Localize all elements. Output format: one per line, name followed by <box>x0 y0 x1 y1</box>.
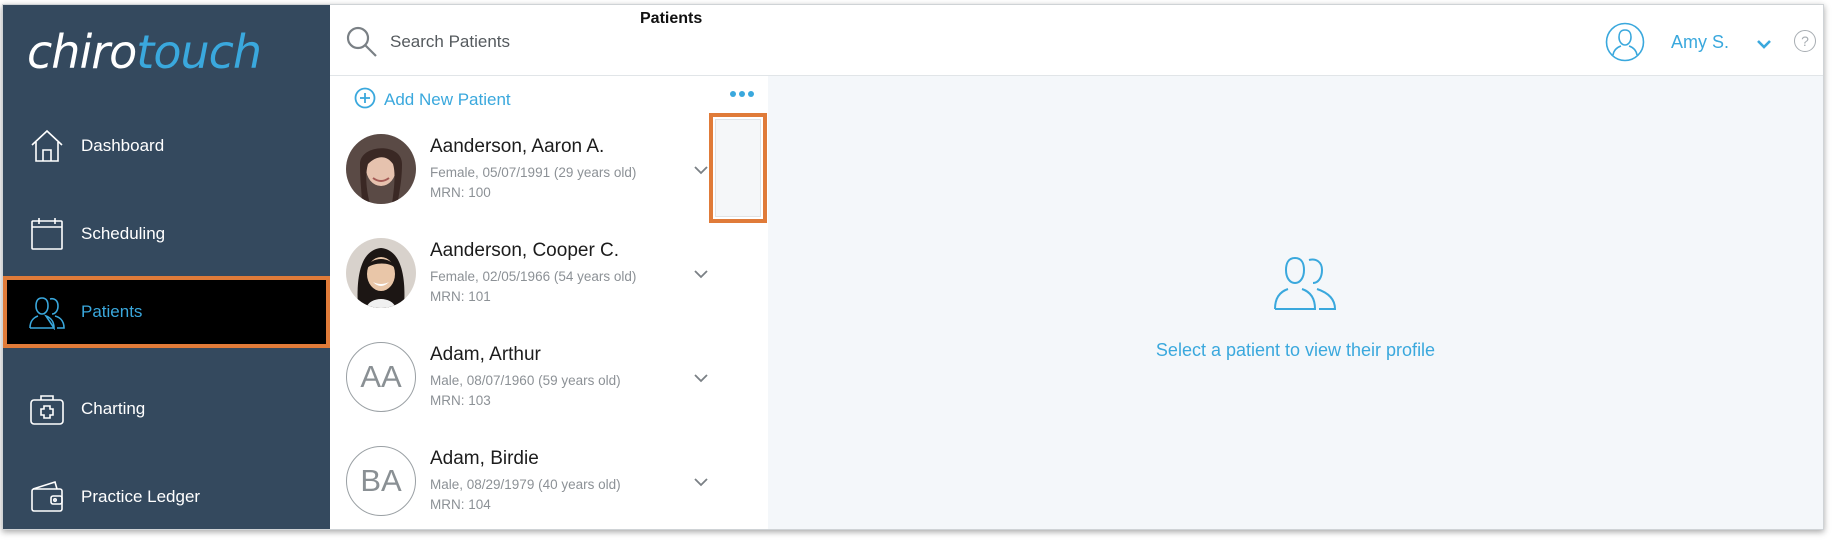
app-logo: chirotouch <box>27 25 262 79</box>
sidebar-item-charting[interactable]: Charting <box>3 366 330 452</box>
top-bar: Amy S. ? <box>768 5 1823 76</box>
patient-details: Male, 08/07/1960 (59 years old) <box>430 373 621 388</box>
search-bar: Patients <box>330 5 768 76</box>
sidebar-item-dashboard[interactable]: Dashboard <box>3 103 330 189</box>
add-new-patient-button[interactable]: Add New Patient <box>354 87 511 113</box>
patient-mrn: MRN: 103 <box>430 393 491 408</box>
sidebar: chirotouch Dashboard Scheduling Patients… <box>3 5 330 529</box>
search-input[interactable] <box>388 25 632 59</box>
patient-details: Female, 05/07/1991 (29 years old) <box>430 165 637 180</box>
plus-circle-icon <box>354 87 376 113</box>
sidebar-item-practice-ledger[interactable]: Practice Ledger <box>3 454 330 529</box>
sidebar-item-label: Scheduling <box>81 224 166 243</box>
list-title: Patients <box>640 10 703 27</box>
calendar-icon <box>27 214 67 254</box>
profile-panel: Select a patient to view their profile <box>768 76 1823 529</box>
sidebar-item-label: Practice Ledger <box>81 487 201 506</box>
user-name[interactable]: Amy S. <box>1671 32 1729 53</box>
patient-details: Male, 08/29/1979 (40 years old) <box>430 477 621 492</box>
sidebar-item-scheduling[interactable]: Scheduling <box>3 191 330 277</box>
user-avatar-icon[interactable] <box>1605 22 1645 66</box>
patient-photo <box>346 238 416 308</box>
add-new-patient-label: Add New Patient <box>384 90 511 109</box>
chevron-down-icon[interactable] <box>690 471 712 493</box>
patient-row[interactable]: Aanderson, Aaron A. Female, 05/07/1991 (… <box>330 121 768 225</box>
chevron-down-icon[interactable] <box>690 367 712 389</box>
sidebar-item-patients[interactable]: Patients <box>3 276 330 348</box>
patient-mrn: MRN: 104 <box>430 497 491 512</box>
patient-initials-avatar: BA <box>346 446 416 516</box>
patients-icon <box>27 292 67 332</box>
patient-name: Adam, Arthur <box>430 344 541 365</box>
more-options-icon[interactable] <box>730 91 754 97</box>
home-icon <box>27 126 67 166</box>
wallet-icon <box>27 477 67 517</box>
patient-name: Aanderson, Cooper C. <box>430 240 620 261</box>
chevron-down-icon[interactable] <box>690 263 712 285</box>
app-window: chirotouch Dashboard Scheduling Patients… <box>2 4 1824 530</box>
search-icon[interactable] <box>345 25 379 63</box>
sidebar-item-label: Dashboard <box>81 136 165 155</box>
patient-row[interactable]: Aanderson, Cooper C. Female, 02/05/1966 … <box>330 225 768 329</box>
patient-mrn: MRN: 100 <box>430 185 491 200</box>
sidebar-item-label: Patients <box>81 302 143 321</box>
patient-row[interactable]: BA Adam, Birdie Male, 08/29/1979 (40 yea… <box>330 433 768 529</box>
patient-list-panel: Patients Add New Patient <box>330 5 769 529</box>
patient-row[interactable]: AA Adam, Arthur Male, 08/07/1960 (59 yea… <box>330 329 768 433</box>
empty-state-message: Select a patient to view their profile <box>1155 340 1436 360</box>
patient-initials-avatar: AA <box>346 342 416 412</box>
chevron-down-icon[interactable] <box>690 159 712 181</box>
patients-icon <box>1273 254 1337 316</box>
medical-kit-icon <box>27 389 67 429</box>
patient-photo <box>346 134 416 204</box>
help-icon[interactable]: ? <box>1794 30 1816 52</box>
patient-details: Female, 02/05/1966 (54 years old) <box>430 269 637 284</box>
patient-mrn: MRN: 101 <box>430 289 491 304</box>
chevron-down-icon[interactable] <box>1756 35 1772 54</box>
patient-name: Adam, Birdie <box>430 448 539 469</box>
patient-name: Aanderson, Aaron A. <box>430 136 605 157</box>
sidebar-item-label: Charting <box>81 399 146 418</box>
